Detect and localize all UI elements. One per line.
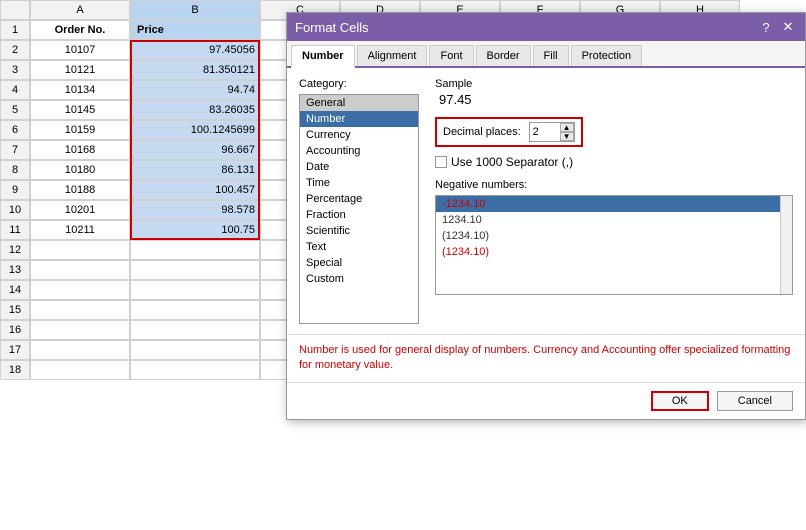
right-panel: Sample 97.45 Decimal places: ▲ ▼ (435, 78, 793, 324)
category-item-accounting[interactable]: Accounting (300, 143, 418, 159)
table-row: 31012181.350121 (0, 60, 300, 80)
sample-value: 97.45 (439, 92, 793, 107)
category-item-date[interactable]: Date (300, 159, 418, 175)
dialog-body: Category: General Number Currency Accoun… (287, 68, 805, 334)
tab-font[interactable]: Font (429, 45, 473, 66)
tab-protection[interactable]: Protection (571, 45, 643, 66)
dialog-titlebar: Format Cells ? ✕ (287, 13, 805, 41)
negative-item-1[interactable]: 1234.10 (436, 212, 792, 228)
category-item-text[interactable]: Text (300, 239, 418, 255)
tab-border[interactable]: Border (476, 45, 531, 66)
category-item-currency[interactable]: Currency (300, 127, 418, 143)
table-row: 101020198.578 (0, 200, 300, 220)
decimal-input[interactable] (530, 125, 560, 139)
table-row: 21010797.45056 (0, 40, 300, 60)
category-item-general[interactable]: General (300, 95, 418, 111)
table-row: 17 (0, 340, 300, 360)
negative-item-2[interactable]: (1234.10) (436, 228, 792, 244)
negative-section: Negative numbers: -1234.10 1234.10 (1234… (435, 179, 793, 295)
table-row: 14 (0, 280, 300, 300)
close-button[interactable]: ✕ (779, 18, 797, 36)
sample-label: Sample (435, 78, 793, 90)
col-a-header: A (30, 0, 130, 20)
category-item-scientific[interactable]: Scientific (300, 223, 418, 239)
negative-label: Negative numbers: (435, 179, 793, 191)
category-item-percentage[interactable]: Percentage (300, 191, 418, 207)
decimal-label: Decimal places: (443, 126, 521, 138)
decimal-spinner: ▲ ▼ (560, 123, 574, 141)
table-row: 15 (0, 300, 300, 320)
cancel-button[interactable]: Cancel (717, 391, 793, 411)
spreadsheet-background: A B 1 Order No. Price 21010797.45056 310… (0, 0, 806, 530)
description-text: Number is used for general display of nu… (299, 344, 790, 371)
separator-checkbox[interactable] (435, 156, 447, 168)
decimal-border-box: Decimal places: ▲ ▼ (435, 117, 583, 147)
table-row: 910188100.457 (0, 180, 300, 200)
table-row: 71016896.667 (0, 140, 300, 160)
format-cells-dialog: Format Cells ? ✕ Number Alignment Font B… (286, 12, 806, 420)
sample-section: Sample 97.45 (435, 78, 793, 107)
dialog-footer: OK Cancel (287, 382, 805, 419)
dialog-tabs: Number Alignment Font Border Fill Protec… (287, 41, 805, 68)
separator-section: Use 1000 Separator (,) (435, 155, 793, 169)
table-row: 18 (0, 360, 300, 380)
category-list[interactable]: General Number Currency Accounting Date … (299, 94, 419, 324)
col-b-header: B (130, 0, 260, 20)
row-num-header (0, 0, 30, 20)
spinner-down-button[interactable]: ▼ (560, 132, 574, 141)
spinner-up-button[interactable]: ▲ (560, 123, 574, 132)
help-button[interactable]: ? (757, 18, 775, 36)
list-scrollbar[interactable] (780, 196, 792, 294)
negative-item-0[interactable]: -1234.10 (436, 196, 792, 212)
negative-item-3[interactable]: (1234.10) (436, 244, 792, 260)
category-panel: Category: General Number Currency Accoun… (299, 78, 419, 324)
tab-fill[interactable]: Fill (533, 45, 569, 66)
tab-alignment[interactable]: Alignment (357, 45, 428, 66)
table-row: 12 (0, 240, 300, 260)
table-row: 81018086.131 (0, 160, 300, 180)
table-row: 41013494.74 (0, 80, 300, 100)
category-item-special[interactable]: Special (300, 255, 418, 271)
table-row: 13 (0, 260, 300, 280)
category-label: Category: (299, 78, 419, 90)
table-row: 51014583.26035 (0, 100, 300, 120)
separator-label: Use 1000 Separator (,) (451, 155, 573, 169)
negative-list[interactable]: -1234.10 1234.10 (1234.10) (1234.10) (435, 195, 793, 295)
table-row: 1 Order No. Price (0, 20, 300, 40)
decimal-section: Decimal places: ▲ ▼ (435, 117, 793, 147)
table-row: 1110211100.75 (0, 220, 300, 240)
decimal-input-wrapper: ▲ ▼ (529, 122, 575, 142)
description-section: Number is used for general display of nu… (287, 334, 805, 382)
dialog-title: Format Cells (295, 20, 369, 35)
ok-button[interactable]: OK (651, 391, 709, 411)
tab-number[interactable]: Number (291, 45, 355, 68)
category-item-fraction[interactable]: Fraction (300, 207, 418, 223)
dialog-controls: ? ✕ (757, 18, 797, 36)
table-row: 16 (0, 320, 300, 340)
category-item-number[interactable]: Number (300, 111, 418, 127)
table-row: 610159100.1245699 (0, 120, 300, 140)
category-item-time[interactable]: Time (300, 175, 418, 191)
category-item-custom[interactable]: Custom (300, 271, 418, 287)
